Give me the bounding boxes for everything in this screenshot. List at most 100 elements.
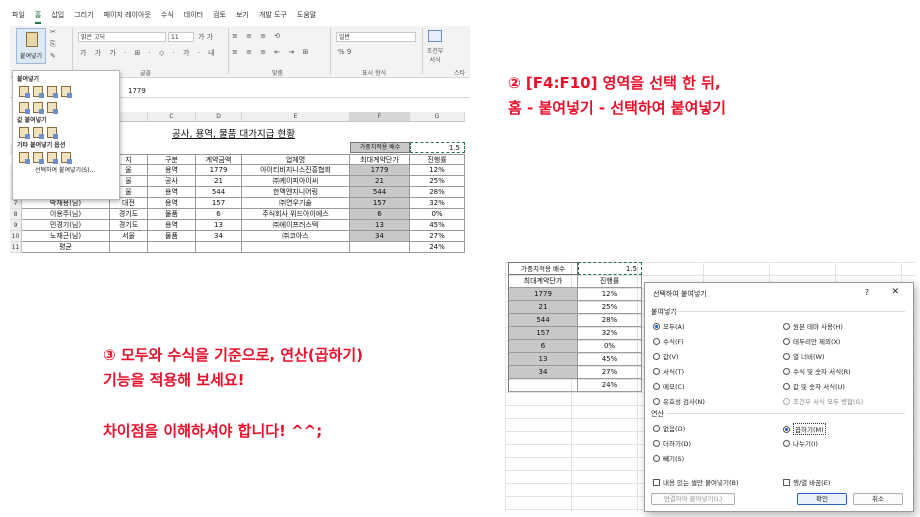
- paste-format-icon[interactable]: [19, 151, 30, 164]
- tab-data[interactable]: 데이터: [184, 10, 203, 24]
- radio-paste-values[interactable]: 값(V): [653, 351, 679, 361]
- mini-cell[interactable]: [508, 379, 578, 392]
- col-header-d[interactable]: D: [196, 112, 242, 122]
- table-cell[interactable]: 한맥엔지니어링: [242, 187, 350, 198]
- table-cell[interactable]: 1779: [350, 165, 410, 176]
- paste-transpose-icon[interactable]: [47, 101, 58, 114]
- percent-buttons[interactable]: % 9: [338, 48, 351, 56]
- table-cell[interactable]: 이용주(님): [22, 209, 110, 220]
- ok-button[interactable]: 확인: [797, 493, 847, 505]
- col-header-f[interactable]: F: [350, 112, 410, 122]
- table-cell[interactable]: 157: [350, 198, 410, 209]
- table-cell[interactable]: 경기도: [110, 209, 148, 220]
- table-cell[interactable]: 21: [196, 176, 242, 187]
- copy-icon[interactable]: ⎘: [50, 40, 56, 49]
- table-cell[interactable]: [196, 242, 242, 253]
- radio-paste-no-borders[interactable]: 테두리만 제외(X): [783, 336, 840, 346]
- header-cell[interactable]: 구분: [148, 154, 196, 165]
- table-cell[interactable]: 25%: [410, 176, 465, 187]
- table-cell[interactable]: 공사: [148, 176, 196, 187]
- mini-multiplier-label[interactable]: 가중치적용 배수: [508, 262, 578, 275]
- number-format-select[interactable]: 일반: [336, 32, 416, 42]
- table-cell[interactable]: 용역: [148, 198, 196, 209]
- table-cell[interactable]: 용역: [148, 220, 196, 231]
- radio-paste-col-width[interactable]: 열 너비(W): [783, 351, 825, 361]
- table-cell[interactable]: 주식회사 위드아이에스: [242, 209, 350, 220]
- close-icon[interactable]: ✕: [891, 287, 899, 297]
- radio-paste-validation[interactable]: 유효성 검사(N): [653, 396, 705, 406]
- multiplier-cell[interactable]: 1.5: [410, 142, 465, 153]
- font-grow-icon[interactable]: 가 가: [198, 32, 213, 42]
- radio-paste-formulas[interactable]: 수식(F): [653, 336, 684, 346]
- col-header-g[interactable]: G: [410, 112, 465, 122]
- header-cell[interactable]: 계약금액: [196, 154, 242, 165]
- multiplier-label-cell[interactable]: 가중치적용 배수: [350, 142, 410, 153]
- mini-cell[interactable]: 6: [508, 340, 578, 353]
- col-header-c[interactable]: C: [148, 112, 196, 122]
- table-cell[interactable]: 544: [350, 187, 410, 198]
- paste-button[interactable]: 붙여넣기: [16, 28, 46, 64]
- table-cell[interactable]: 용역: [148, 187, 196, 198]
- paste-values-source-icon[interactable]: [47, 126, 58, 139]
- mini-cell[interactable]: 13: [508, 353, 578, 366]
- table-cell[interactable]: 6: [196, 209, 242, 220]
- radio-op-divide[interactable]: 나누기(I): [783, 438, 818, 448]
- align-top-buttons[interactable]: ≡ ≡ ≡ ⟲: [232, 32, 283, 40]
- radio-paste-comments[interactable]: 메모(C): [653, 381, 685, 391]
- row-header[interactable]: 9: [10, 220, 22, 231]
- table-cell[interactable]: 평균: [22, 242, 110, 253]
- table-cell[interactable]: 12%: [410, 165, 465, 176]
- radio-op-none[interactable]: 없음(O): [653, 423, 685, 433]
- row-header[interactable]: 10: [10, 231, 22, 242]
- tab-draw[interactable]: 그리기: [74, 10, 93, 24]
- mini-header[interactable]: 진행률: [578, 275, 642, 288]
- row-header[interactable]: 8: [10, 209, 22, 220]
- table-cell[interactable]: [350, 242, 410, 253]
- table-cell[interactable]: 물품: [148, 209, 196, 220]
- table-cell[interactable]: ㈜연우기술: [242, 198, 350, 209]
- header-cell[interactable]: 최대계약단가: [350, 154, 410, 165]
- table-cell[interactable]: 6: [350, 209, 410, 220]
- mini-cell[interactable]: 32%: [578, 327, 642, 340]
- paste-col-width-icon[interactable]: [33, 101, 44, 114]
- table-cell[interactable]: 34: [196, 231, 242, 242]
- table-cell[interactable]: 용역: [148, 165, 196, 176]
- table-cell[interactable]: 13: [196, 220, 242, 231]
- table-cell[interactable]: 45%: [410, 220, 465, 231]
- table-cell[interactable]: 28%: [410, 187, 465, 198]
- table-cell[interactable]: 경기도: [110, 220, 148, 231]
- table-cell[interactable]: 13: [350, 220, 410, 231]
- tab-page-layout[interactable]: 페이지 레이아웃: [104, 10, 151, 24]
- paste-values-number-icon[interactable]: [33, 126, 44, 139]
- tab-home[interactable]: 홈: [34, 10, 42, 24]
- table-cell[interactable]: 24%: [410, 242, 465, 253]
- table-cell[interactable]: ㈜코아스: [242, 231, 350, 242]
- table-cell[interactable]: 544: [196, 187, 242, 198]
- mini-cell[interactable]: 1779: [508, 288, 578, 301]
- radio-paste-merge-cf[interactable]: 조건부 서식 모두 병합(G): [783, 396, 863, 406]
- align-buttons[interactable]: ≡ ≡ ≡ ⇤ ⇥ ⊞: [232, 48, 311, 56]
- table-cell[interactable]: 0%: [410, 209, 465, 220]
- table-cell[interactable]: 민경기(님): [22, 220, 110, 231]
- font-name-select[interactable]: 맑은 고딕: [78, 32, 166, 42]
- tab-insert[interactable]: 삽입: [51, 10, 64, 24]
- mini-cell[interactable]: 544: [508, 314, 578, 327]
- paste-link-button[interactable]: 연결하여 붙여넣기(L): [651, 493, 735, 505]
- table-cell[interactable]: ㈜에이프러스텍: [242, 220, 350, 231]
- tab-developer[interactable]: 개발 도구: [259, 10, 287, 24]
- header-cell[interactable]: 업체명: [242, 154, 350, 165]
- table-cell[interactable]: 노재근(님): [22, 231, 110, 242]
- paste-formula-format-icon[interactable]: [47, 85, 58, 98]
- mini-header[interactable]: 최대계약단가: [508, 275, 578, 288]
- table-cell[interactable]: [242, 242, 350, 253]
- font-style-buttons[interactable]: 가 가 가 · ⊞ · ◇ · 가 · 내: [80, 48, 218, 58]
- tab-formulas[interactable]: 수식: [161, 10, 174, 24]
- conditional-format-icon[interactable]: [428, 30, 442, 42]
- mini-cell[interactable]: 12%: [578, 288, 642, 301]
- mini-cell[interactable]: 34: [508, 366, 578, 379]
- tab-view[interactable]: 보기: [236, 10, 249, 24]
- mini-cell[interactable]: 157: [508, 327, 578, 340]
- mini-cell[interactable]: 45%: [578, 353, 642, 366]
- table-cell[interactable]: 32%: [410, 198, 465, 209]
- mini-cell[interactable]: 27%: [578, 366, 642, 379]
